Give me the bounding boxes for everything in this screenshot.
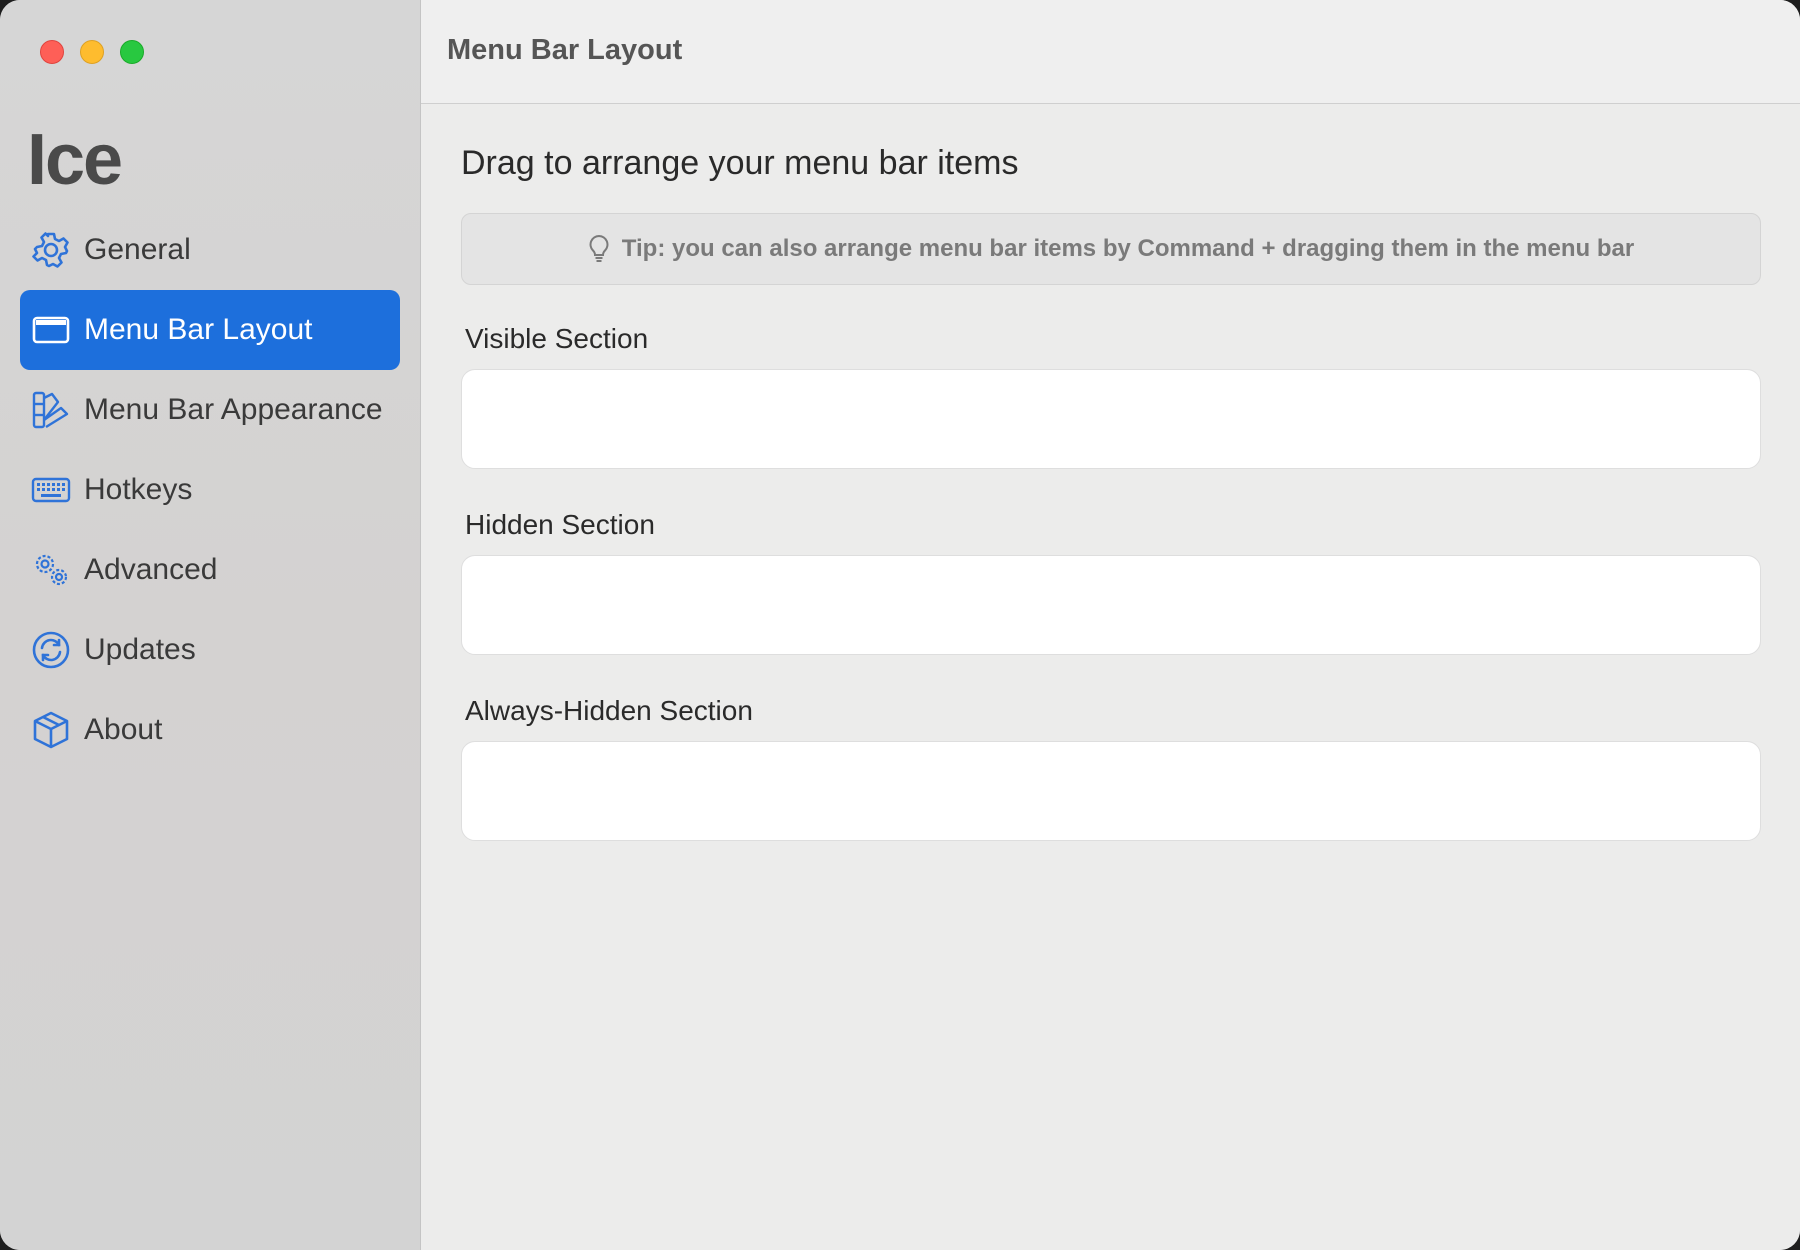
keyboard-icon (30, 469, 72, 511)
page-heading: Drag to arrange your menu bar items (461, 144, 1019, 182)
toolbar-title: Menu Bar Layout (447, 34, 683, 66)
sidebar-item-menu-bar-layout[interactable]: Menu Bar Layout (20, 290, 400, 370)
zoom-button[interactable] (120, 40, 144, 64)
sidebar-item-label: Hotkeys (84, 473, 193, 506)
sidebar-item-advanced[interactable]: Advanced (20, 530, 400, 610)
gears-icon (30, 549, 72, 591)
sidebar-item-label: Advanced (84, 553, 218, 586)
sidebar-item-label: Updates (84, 633, 196, 666)
visible-section-dropzone[interactable] (461, 369, 1761, 469)
sidebar-item-label: About (84, 713, 163, 746)
sidebar-item-hotkeys[interactable]: Hotkeys (20, 450, 400, 530)
main-panel: Menu Bar Layout Drag to arrange your men… (421, 0, 1800, 1250)
toolbar: Menu Bar Layout (421, 0, 1800, 104)
gear-icon (30, 229, 72, 271)
always-hidden-section-label: Always-Hidden Section (465, 695, 753, 726)
menubar-layout-icon (30, 309, 72, 351)
always-hidden-section-dropzone[interactable] (461, 741, 1761, 841)
traffic-lights (40, 40, 144, 64)
sidebar-item-general[interactable]: General (20, 210, 400, 290)
lightbulb-icon (588, 234, 610, 264)
hidden-section-label: Hidden Section (465, 509, 655, 540)
app-title: Ice (27, 120, 123, 200)
sidebar-item-menu-bar-appearance[interactable]: Menu Bar Appearance (20, 370, 400, 450)
sidebar-item-about[interactable]: About (20, 690, 400, 770)
visible-section-label: Visible Section (465, 323, 649, 354)
sidebar-item-label: Menu Bar Appearance (84, 393, 383, 426)
cube-icon (30, 709, 72, 751)
layout-content: Drag to arrange your menu bar items Tip:… (461, 104, 1761, 841)
settings-window: Ice General Menu Bar Layout Menu Bar App… (0, 0, 1800, 1250)
close-button[interactable] (40, 40, 64, 64)
sidebar-item-label: General (84, 233, 191, 266)
sidebar-item-updates[interactable]: Updates (20, 610, 400, 690)
tip-banner: Tip: you can also arrange menu bar items… (461, 213, 1761, 285)
refresh-circle-icon (30, 629, 72, 671)
minimize-button[interactable] (80, 40, 104, 64)
sidebar-nav: General Menu Bar Layout Menu Bar Appeara… (20, 210, 400, 770)
swatch-palette-icon (30, 389, 72, 431)
hidden-section-dropzone[interactable] (461, 555, 1761, 655)
sidebar-item-label: Menu Bar Layout (84, 313, 313, 346)
sidebar: Ice General Menu Bar Layout Menu Bar App… (0, 0, 421, 1250)
tip-text: Tip: you can also arrange menu bar items… (621, 235, 1635, 262)
